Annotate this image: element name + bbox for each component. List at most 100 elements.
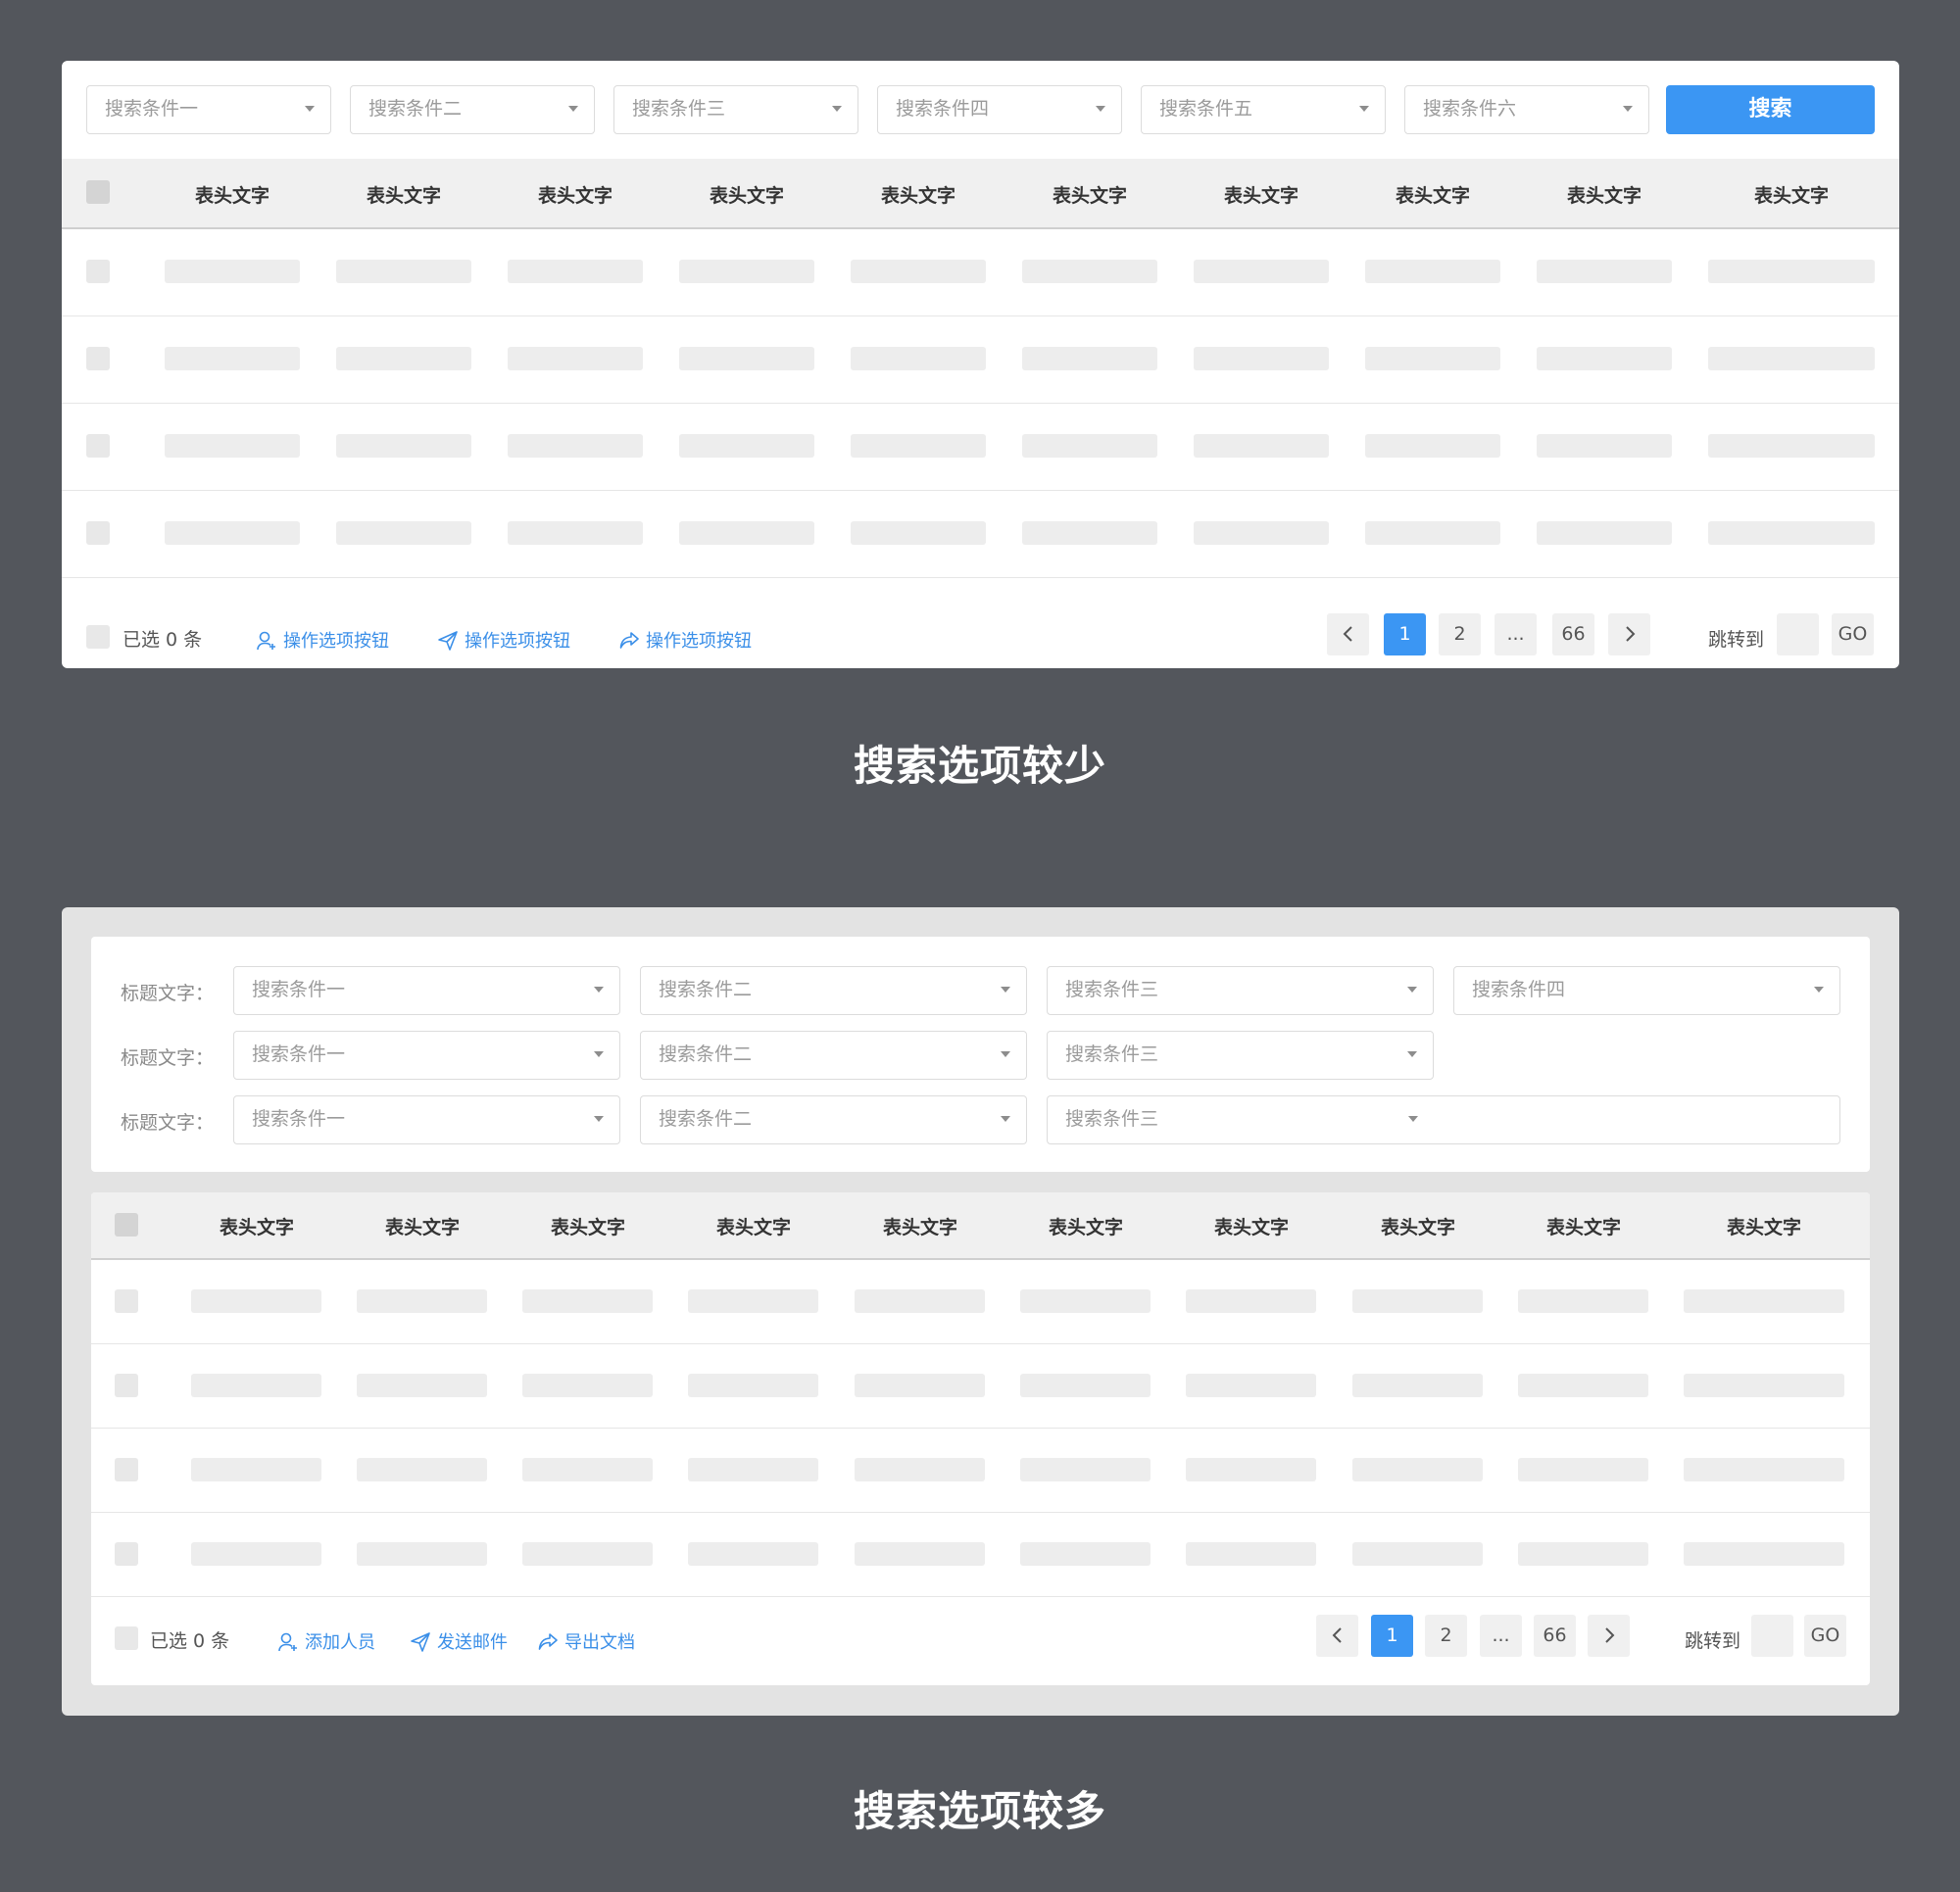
cell-placeholder [855,1289,985,1313]
column-header: 表头文字 [880,185,956,207]
filter-select[interactable]: 搜索条件四 [877,85,1122,134]
caret-down-icon [1623,106,1633,112]
column-header: 表头文字 [1380,1217,1456,1238]
select-all-checkbox[interactable] [115,1213,138,1237]
cell-placeholder [1518,1374,1648,1397]
jump-page-input[interactable] [1777,613,1819,655]
filter-row-label: 标题文字： [121,1112,215,1134]
cell-placeholder [1194,521,1329,545]
filter-select-value: 搜索条件一 [105,98,199,120]
cell-placeholder [165,260,300,283]
table-row[interactable] [62,315,1899,404]
add-member-button[interactable]: 添加人员 [277,1628,375,1654]
action-button-1[interactable]: 操作选项按钮 [256,627,389,653]
cell-placeholder [508,521,643,545]
select-all-checkbox[interactable] [86,180,110,204]
filter-select[interactable]: 搜索条件一 [86,85,331,134]
row-checkbox[interactable] [86,521,110,545]
cell-placeholder [1194,260,1329,283]
prev-page-button[interactable] [1316,1615,1358,1657]
filter-select[interactable]: 搜索条件三 [1047,966,1434,1015]
page-button-1[interactable]: 1 [1371,1615,1413,1657]
cell-placeholder [1186,1458,1316,1481]
filter-select[interactable]: 搜索条件二 [640,1031,1027,1080]
action-button-2[interactable]: 操作选项按钮 [437,627,570,653]
page-button-66[interactable]: 66 [1534,1615,1576,1657]
table-header: 表头文字 表头文字 表头文字 表头文字 表头文字 表头文字 表头文字 表头文字 表头文字 表头文字 [91,1192,1870,1260]
table-row[interactable] [62,403,1899,491]
filter-select[interactable]: 搜索条件五 [1141,85,1386,134]
filter-select-value: 搜索条件二 [659,979,753,1000]
add-user-icon [278,1632,297,1652]
send-icon [411,1632,430,1652]
caret-down-icon [1814,987,1824,993]
page-button-1[interactable]: 1 [1384,613,1426,655]
filter-select[interactable]: 搜索条件三 [1047,1095,1840,1144]
cell-placeholder [1022,521,1157,545]
cell-placeholder [1186,1542,1316,1566]
action-label: 导出文档 [564,1632,635,1653]
cell-placeholder [508,434,643,458]
table-row[interactable] [62,490,1899,578]
filter-select[interactable]: 搜索条件一 [233,966,620,1015]
cell-placeholder [1708,347,1875,370]
row-checkbox[interactable] [86,260,110,283]
go-button[interactable]: GO [1804,1615,1846,1657]
page-button-2[interactable]: 2 [1439,613,1481,655]
send-email-button[interactable]: 发送邮件 [410,1628,508,1654]
filter-select[interactable]: 搜索条件三 [613,85,858,134]
filter-select[interactable]: 搜索条件二 [640,966,1027,1015]
cell-placeholder [522,1374,653,1397]
column-header: 表头文字 [1052,185,1128,207]
cell-placeholder [1518,1458,1648,1481]
caret-down-icon [305,106,315,112]
filter-select-value: 搜索条件六 [1423,98,1517,120]
page-button-2[interactable]: 2 [1425,1615,1467,1657]
action-button-3[interactable]: 操作选项按钮 [618,627,752,653]
table-row[interactable] [91,1343,1870,1429]
page-button-66[interactable]: 66 [1552,613,1594,655]
cell-placeholder [1020,1289,1151,1313]
filter-select[interactable]: 搜索条件二 [640,1095,1027,1144]
footer-select-checkbox[interactable] [115,1626,138,1650]
jump-to-label: 跳转到 [1685,1630,1741,1652]
table-row[interactable] [91,1259,1870,1344]
table-panel-many-filters: 标题文字： 搜索条件一 搜索条件二 搜索条件三 搜索条件四 标题文字： 搜索条件一 搜索条件二… [62,907,1899,1716]
search-button[interactable]: 搜索 [1666,85,1875,134]
prev-page-button[interactable] [1327,613,1369,655]
export-doc-button[interactable]: 导出文档 [537,1628,635,1654]
cell-placeholder [1708,260,1875,283]
row-checkbox[interactable] [86,347,110,370]
table-header: 表头文字 表头文字 表头文字 表头文字 表头文字 表头文字 表头文字 表头文字 表头文字 表头文字 [62,159,1899,229]
action-label: 操作选项按钮 [465,631,570,652]
action-label: 操作选项按钮 [283,631,389,652]
column-header: 表头文字 [1395,185,1471,207]
row-checkbox[interactable] [115,1458,138,1481]
filter-select[interactable]: 搜索条件三 [1047,1031,1434,1080]
row-checkbox[interactable] [115,1374,138,1397]
cell-placeholder [1022,347,1157,370]
table-row[interactable] [91,1512,1870,1597]
table-row[interactable] [91,1428,1870,1513]
row-checkbox[interactable] [86,434,110,458]
action-label: 操作选项按钮 [646,631,752,652]
jump-page-input[interactable] [1751,1615,1793,1657]
row-checkbox[interactable] [115,1542,138,1566]
next-page-button[interactable] [1608,613,1650,655]
filter-select[interactable]: 搜索条件二 [350,85,595,134]
filter-select[interactable]: 搜索条件六 [1404,85,1649,134]
filter-select-value: 搜索条件一 [252,1108,346,1130]
go-button[interactable]: GO [1832,613,1874,655]
next-page-button[interactable] [1588,1615,1630,1657]
table-row[interactable] [62,228,1899,316]
filter-select[interactable]: 搜索条件四 [1453,966,1840,1015]
column-header: 表头文字 [1545,1217,1622,1238]
filter-select[interactable]: 搜索条件一 [233,1095,620,1144]
filter-select[interactable]: 搜索条件一 [233,1031,620,1080]
column-header: 表头文字 [1213,1217,1290,1238]
footer-select-checkbox[interactable] [86,625,110,649]
cell-placeholder [1684,1289,1844,1313]
caret-down-icon [1001,1116,1010,1122]
action-label: 添加人员 [305,1632,375,1653]
row-checkbox[interactable] [115,1289,138,1313]
